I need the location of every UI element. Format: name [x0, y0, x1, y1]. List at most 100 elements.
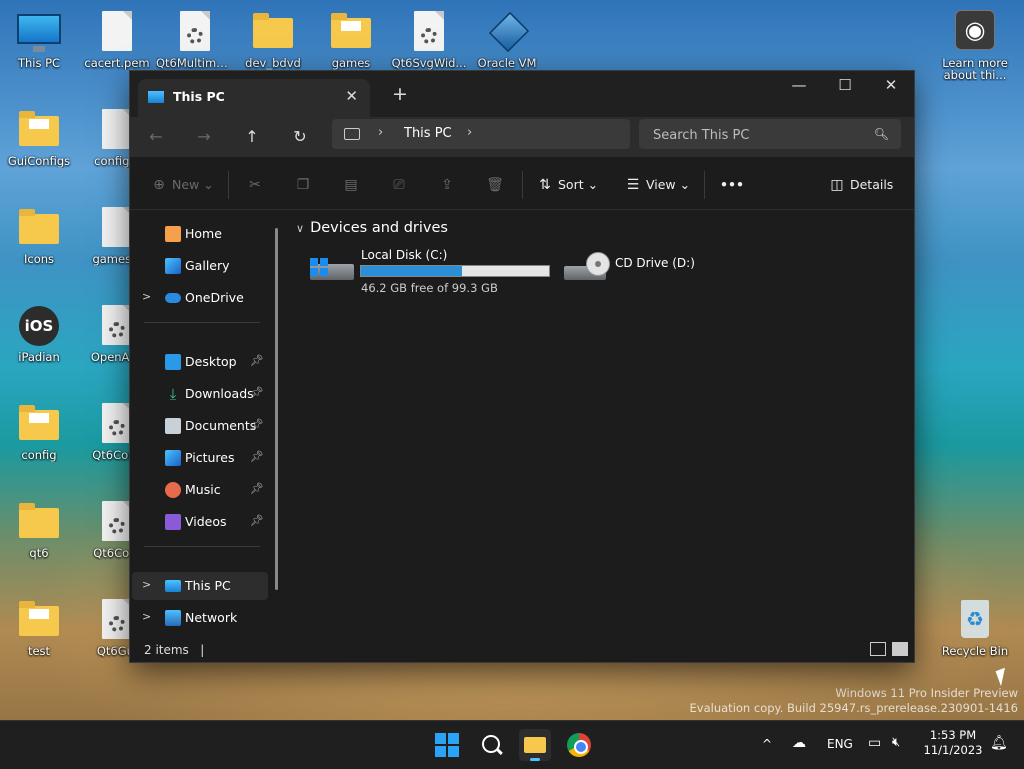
search-input[interactable]	[639, 119, 875, 151]
paste-button[interactable]: ▤	[342, 175, 360, 195]
pin-icon[interactable]: 📌︎	[250, 514, 264, 527]
desktop-icon-icons[interactable]: Icons	[0, 206, 78, 266]
pin-icon[interactable]: 📌︎	[250, 482, 264, 495]
computer-icon	[344, 128, 360, 140]
new-label: New	[171, 177, 200, 192]
language-indicator[interactable]: ENG	[827, 737, 853, 751]
desktop-icon-guiconfigs[interactable]: GuiConfigs	[0, 108, 78, 168]
details-view-icon[interactable]	[870, 642, 886, 656]
desktop-icon-games[interactable]: games	[312, 10, 390, 70]
show-hidden-icons-button[interactable]: ^	[762, 737, 772, 751]
cut-button[interactable]: ✂	[246, 175, 264, 195]
drive-name: CD Drive (D:)	[615, 256, 695, 270]
desktop-icon-label: dev_bdvd	[245, 57, 301, 70]
up-button[interactable]: ↑	[238, 125, 266, 149]
sidebar-item-videos[interactable]: Videos 📌︎	[132, 508, 268, 536]
this-pc-icon	[148, 91, 164, 103]
search-icon[interactable]: 🔍︎	[874, 127, 889, 141]
back-button[interactable]: ←	[142, 125, 170, 149]
watermark-line1: Windows 11 Pro Insider Preview	[835, 686, 1018, 700]
tiles-view-icon[interactable]	[892, 642, 908, 656]
watermark-line2: Evaluation copy. Build 25947.rs_prerelea…	[689, 701, 1018, 715]
sort-label: Sort	[557, 177, 584, 192]
sidebar-item-label: Videos	[185, 514, 227, 529]
pin-icon[interactable]: 📌︎	[250, 354, 264, 367]
group-header-label: Devices and drives	[310, 220, 448, 236]
sidebar-item-downloads[interactable]: ⤓ Downloads 📌︎	[132, 380, 268, 408]
share-button[interactable]: ⇪	[438, 175, 456, 195]
details-pane-icon: ◫	[830, 177, 844, 193]
forward-button[interactable]: →	[190, 125, 218, 149]
tab-this-pc[interactable]: This PC ✕	[138, 79, 370, 117]
desktop-icon-oracle-vm[interactable]: Oracle VM	[468, 10, 546, 70]
ios-app-icon: iOS	[17, 304, 61, 348]
pin-icon[interactable]: 📌︎	[250, 386, 264, 399]
desktop-icon-qt6multimedia[interactable]: Qt6Multime...	[156, 10, 234, 70]
sidebar-item-home[interactable]: Home	[132, 220, 268, 248]
desktop-icon-config[interactable]: config	[0, 402, 78, 462]
desktop-icon-qt6[interactable]: qt6	[0, 500, 78, 560]
drive-cd-d[interactable]: CD Drive (D:)	[564, 248, 704, 294]
sidebar-item-pictures[interactable]: Pictures 📌︎	[132, 444, 268, 472]
sidebar-item-this-pc[interactable]: > This PC	[132, 572, 268, 600]
desktop-icon-test[interactable]: test	[0, 598, 78, 658]
new-button[interactable]: ⊕ New ⌄	[150, 175, 214, 195]
taskbar-file-explorer[interactable]	[519, 729, 551, 761]
close-window-button[interactable]: ✕	[868, 71, 914, 101]
maximize-button[interactable]: ☐	[822, 71, 868, 101]
volume-muted-icon[interactable]: 🔇︎	[892, 735, 900, 750]
pin-icon[interactable]: 📌︎	[250, 418, 264, 431]
breadcrumb-this-pc[interactable]: This PC	[404, 126, 452, 141]
search-box[interactable]: 🔍︎	[639, 119, 901, 151]
chevron-right-icon[interactable]: >	[142, 578, 151, 591]
sidebar-item-documents[interactable]: Documents 📌︎	[132, 412, 268, 440]
display-icon[interactable]: ▭	[868, 735, 881, 751]
taskbar-chrome[interactable]	[563, 729, 595, 761]
sidebar-item-desktop[interactable]: Desktop 📌︎	[132, 348, 268, 376]
refresh-button[interactable]: ↻	[286, 125, 314, 149]
sidebar-item-onedrive[interactable]: > OneDrive	[132, 284, 268, 312]
drive-local-disk-c[interactable]: Local Disk (C:) 46.2 GB free of 99.3 GB	[310, 248, 550, 295]
desktop-icon-recycle-bin[interactable]: ♻ Recycle Bin	[936, 598, 1014, 658]
network-icon[interactable]: ☁	[792, 735, 806, 751]
virtualbox-icon	[485, 10, 530, 54]
chevron-right-icon[interactable]: >	[142, 290, 151, 303]
tab-label: This PC	[173, 89, 225, 104]
details-button[interactable]: ◫ Details	[828, 175, 893, 195]
sort-button[interactable]: ⇅ Sort ⌄	[536, 175, 598, 195]
home-icon	[165, 226, 181, 242]
minimize-button[interactable]: —	[776, 71, 822, 101]
sidebar-item-network[interactable]: > Network	[132, 604, 268, 632]
desktop-icon-qt6svgwidgets[interactable]: Qt6SvgWid...	[390, 10, 468, 70]
desktop-icon-ipadian[interactable]: iOS iPadian	[0, 304, 78, 364]
rename-button[interactable]: ⎚	[390, 175, 408, 195]
desktop-icon-this-pc[interactable]: This PC	[0, 10, 78, 70]
more-options-button[interactable]: •••	[720, 175, 744, 195]
delete-button[interactable]: 🗑︎	[486, 175, 504, 195]
close-tab-icon[interactable]: ✕	[345, 87, 358, 105]
pin-icon[interactable]: 📌︎	[250, 450, 264, 463]
address-bar[interactable]: › This PC ›	[332, 119, 630, 149]
notification-bell-icon[interactable]: 🔔︎	[990, 735, 1008, 751]
desktop-icon-learn-more[interactable]: Learn more about thi...	[936, 10, 1014, 81]
sidebar-item-music[interactable]: Music 📌︎	[132, 476, 268, 504]
copy-button[interactable]: ❐	[294, 175, 312, 195]
view-icon: ☰	[626, 177, 640, 193]
taskbar: ^ ☁ ENG ▭ 🔇︎ 1:53 PM 11/1/2023 🔔︎	[0, 720, 1024, 769]
desktop-icon-dev-bdvd[interactable]: dev_bdvd	[234, 10, 312, 70]
breadcrumb-chevron-icon[interactable]: ›	[467, 125, 472, 140]
start-button[interactable]	[431, 729, 463, 761]
group-header-devices[interactable]: ∨ Devices and drives	[296, 220, 448, 236]
breadcrumb-chevron-icon[interactable]: ›	[378, 125, 383, 140]
taskbar-search-button[interactable]	[475, 729, 507, 761]
settings-file-icon	[173, 10, 217, 54]
drive-usage-bar	[360, 265, 550, 277]
new-tab-button[interactable]: +	[392, 83, 408, 105]
sidebar-scrollbar[interactable]	[275, 228, 278, 590]
plus-circle-icon: ⊕	[153, 177, 165, 193]
sidebar-item-gallery[interactable]: Gallery	[132, 252, 268, 280]
desktop-icon-cacert[interactable]: cacert.pem	[78, 10, 156, 70]
view-button[interactable]: ☰ View ⌄	[624, 175, 690, 195]
clock[interactable]: 1:53 PM 11/1/2023	[918, 728, 988, 758]
chevron-right-icon[interactable]: >	[142, 610, 151, 623]
